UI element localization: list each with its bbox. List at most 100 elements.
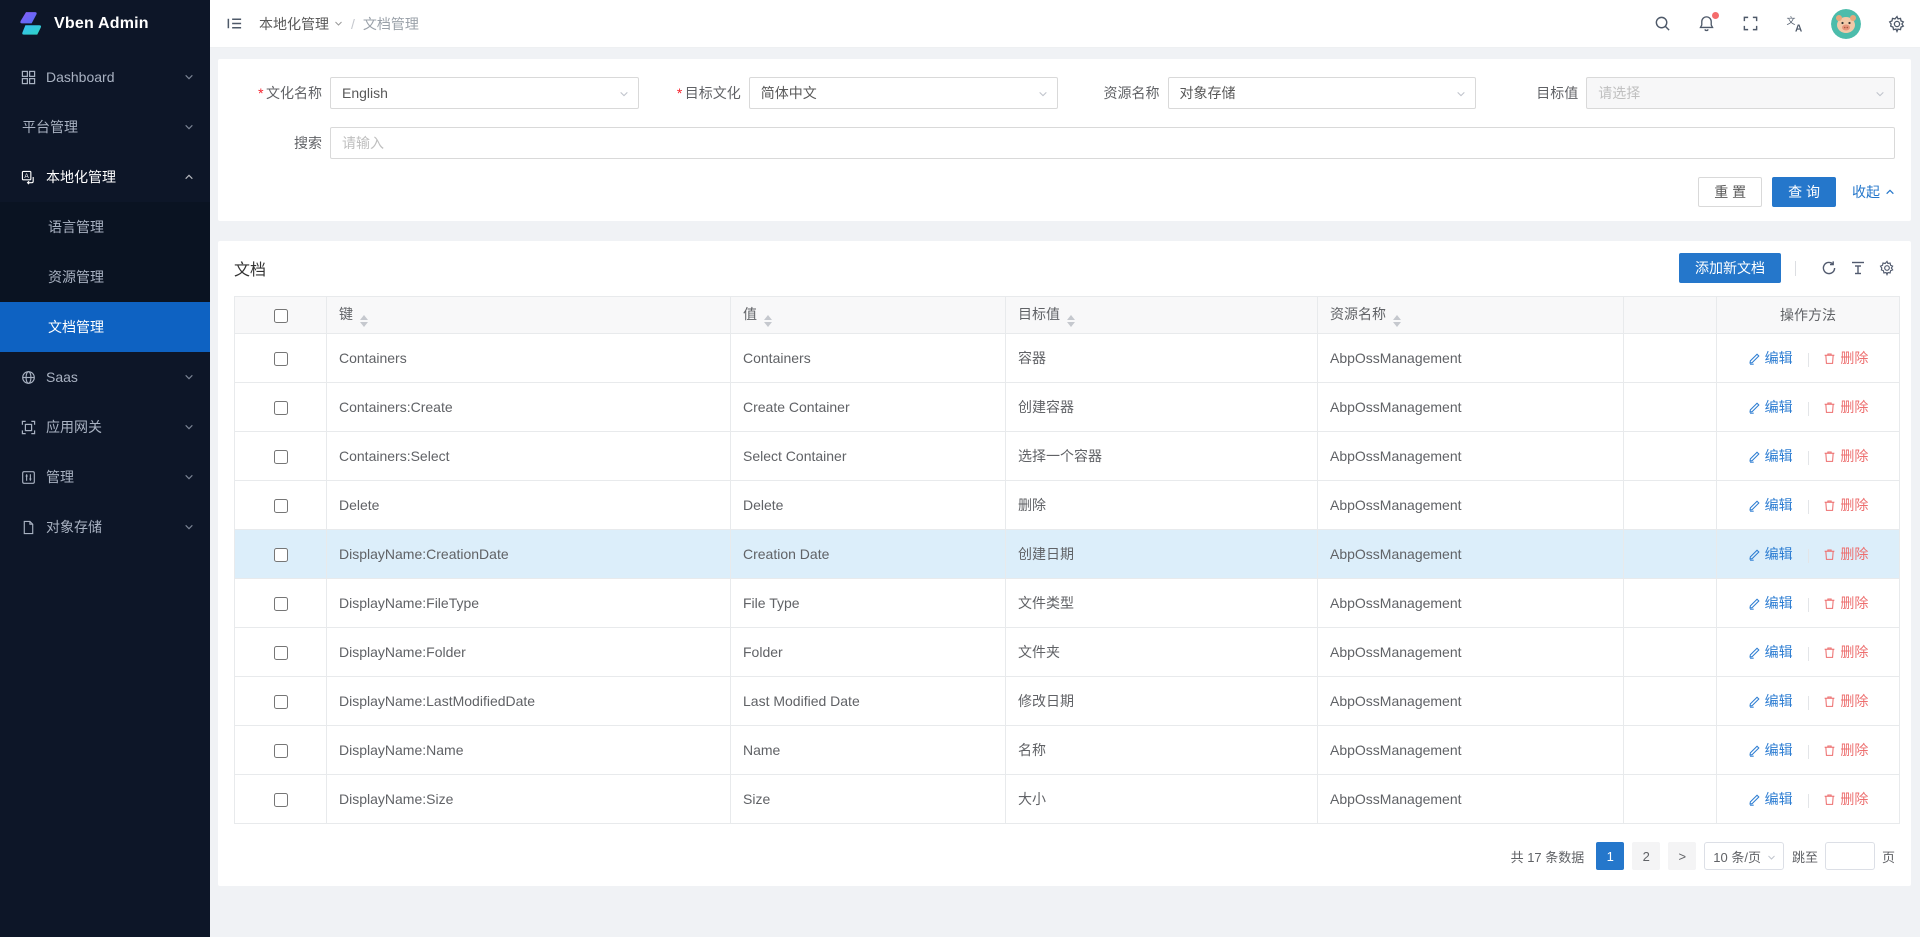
edit-button[interactable]: 编辑 xyxy=(1748,397,1793,417)
cell-value: File Type xyxy=(731,579,1006,628)
delete-button[interactable]: 删除 xyxy=(1823,642,1868,662)
cell-resource: AbpOssManagement xyxy=(1318,726,1624,775)
edit-button[interactable]: 编辑 xyxy=(1748,740,1793,760)
delete-button[interactable]: 删除 xyxy=(1823,446,1868,466)
row-checkbox[interactable] xyxy=(274,352,288,366)
chevron-down-icon xyxy=(184,422,194,432)
page-size-select[interactable]: 10 条/页 xyxy=(1704,842,1784,870)
collapse-filter-link[interactable]: 收起 xyxy=(1852,182,1895,202)
cell-empty xyxy=(1624,481,1717,530)
sidebar-item-resource-mgmt[interactable]: 资源管理 xyxy=(0,252,210,302)
row-checkbox[interactable] xyxy=(274,401,288,415)
select-all-checkbox[interactable] xyxy=(274,309,288,323)
sidebar-item-localization[interactable]: A 本地化管理 xyxy=(0,152,210,202)
table-row: DisplayName:Size Size 大小 AbpOssManagemen… xyxy=(235,775,1900,824)
cell-target: 文件夹 xyxy=(1006,628,1318,677)
resource-name-select[interactable]: 对象存储 xyxy=(1168,77,1477,109)
delete-button[interactable]: 删除 xyxy=(1823,348,1868,368)
sidebar-item-saas[interactable]: Saas xyxy=(0,352,210,402)
row-checkbox[interactable] xyxy=(274,695,288,709)
avatar[interactable] xyxy=(1831,9,1861,39)
row-height-icon[interactable] xyxy=(1850,260,1866,276)
table-settings-icon[interactable] xyxy=(1879,260,1895,276)
row-checkbox[interactable] xyxy=(274,499,288,513)
delete-button[interactable]: 删除 xyxy=(1823,495,1868,515)
cell-key: DisplayName:FileType xyxy=(327,579,731,628)
delete-button[interactable]: 删除 xyxy=(1823,691,1868,711)
table-row: DisplayName:Folder Folder 文件夹 AbpOssMana… xyxy=(235,628,1900,677)
delete-button[interactable]: 删除 xyxy=(1823,740,1868,760)
action-divider xyxy=(1808,402,1809,416)
cell-key: Delete xyxy=(327,481,731,530)
cell-target: 创建容器 xyxy=(1006,383,1318,432)
search-input[interactable] xyxy=(330,127,1895,159)
edit-button[interactable]: 编辑 xyxy=(1748,446,1793,466)
edit-button[interactable]: 编辑 xyxy=(1748,495,1793,515)
svg-text:A: A xyxy=(24,173,29,180)
row-checkbox[interactable] xyxy=(274,744,288,758)
notification-badge xyxy=(1712,12,1719,19)
column-header-resource[interactable]: 资源名称 xyxy=(1318,297,1624,334)
table-row: DisplayName:CreationDate Creation Date 创… xyxy=(235,530,1900,579)
row-checkbox[interactable] xyxy=(274,646,288,660)
row-checkbox[interactable] xyxy=(274,793,288,807)
sidebar-item-management[interactable]: 管理 xyxy=(0,452,210,502)
row-checkbox[interactable] xyxy=(274,597,288,611)
field-target-value: 目标值 请选择 xyxy=(1490,77,1895,109)
column-header-empty xyxy=(1624,297,1717,334)
edit-button[interactable]: 编辑 xyxy=(1748,642,1793,662)
notification-bell-icon[interactable] xyxy=(1698,15,1715,32)
sidebar-item-platform[interactable]: 平台管理 xyxy=(0,102,210,152)
edit-button[interactable]: 编辑 xyxy=(1748,544,1793,564)
edit-button[interactable]: 编辑 xyxy=(1748,789,1793,809)
row-checkbox[interactable] xyxy=(274,450,288,464)
delete-button[interactable]: 删除 xyxy=(1823,593,1868,613)
pencil-icon xyxy=(1748,401,1761,414)
sidebar-collapse-icon[interactable] xyxy=(226,15,243,32)
delete-button[interactable]: 删除 xyxy=(1823,544,1868,564)
next-page-button[interactable]: > xyxy=(1668,842,1696,870)
fullscreen-icon[interactable] xyxy=(1742,15,1759,32)
cell-empty xyxy=(1624,530,1717,579)
sidebar-item-gateway[interactable]: 应用网关 xyxy=(0,402,210,452)
pencil-icon xyxy=(1748,744,1761,757)
column-header-key[interactable]: 键 xyxy=(327,297,731,334)
column-header-target[interactable]: 目标值 xyxy=(1006,297,1318,334)
reset-button[interactable]: 重 置 xyxy=(1698,177,1762,207)
sidebar-item-document-mgmt[interactable]: 文档管理 xyxy=(0,302,210,352)
app-title: Vben Admin xyxy=(54,15,149,33)
pagination-total: 共 17 条数据 xyxy=(1511,847,1585,866)
sidebar-menu: Dashboard 平台管理 A 本地化管理 xyxy=(0,52,210,552)
query-button[interactable]: 查 询 xyxy=(1772,177,1836,207)
delete-button[interactable]: 删除 xyxy=(1823,789,1868,809)
cell-value: Containers xyxy=(731,334,1006,383)
edit-button[interactable]: 编辑 xyxy=(1748,593,1793,613)
jump-page-input[interactable] xyxy=(1825,842,1875,870)
sidebar-item-language-mgmt[interactable]: 语言管理 xyxy=(0,202,210,252)
page-button-1[interactable]: 1 xyxy=(1596,842,1624,870)
delete-button[interactable]: 删除 xyxy=(1823,397,1868,417)
edit-button[interactable]: 编辑 xyxy=(1748,691,1793,711)
sidebar-item-dashboard[interactable]: Dashboard xyxy=(0,52,210,102)
breadcrumb-parent[interactable]: 本地化管理 xyxy=(259,14,343,34)
cell-empty xyxy=(1624,383,1717,432)
edit-button[interactable]: 编辑 xyxy=(1748,348,1793,368)
field-target-culture: *目标文化 简体中文 xyxy=(653,77,1058,109)
column-header-value[interactable]: 值 xyxy=(731,297,1006,334)
translate-icon[interactable]: 文 A xyxy=(1786,15,1804,33)
table-row: Containers Containers 容器 AbpOssManagemen… xyxy=(235,334,1900,383)
search-icon[interactable] xyxy=(1654,15,1671,32)
settings-icon[interactable] xyxy=(1888,15,1906,33)
refresh-icon[interactable] xyxy=(1821,260,1837,276)
target-culture-select[interactable]: 简体中文 xyxy=(749,77,1058,109)
target-value-select[interactable]: 请选择 xyxy=(1586,77,1895,109)
add-document-button[interactable]: 添加新文档 xyxy=(1679,253,1781,283)
row-checkbox[interactable] xyxy=(274,548,288,562)
culture-name-select[interactable]: English xyxy=(330,77,639,109)
page-button-2[interactable]: 2 xyxy=(1632,842,1660,870)
sidebar-item-object-storage[interactable]: 对象存储 xyxy=(0,502,210,552)
app-logo[interactable]: Vben Admin xyxy=(0,0,210,48)
field-resource-name: 资源名称 对象存储 xyxy=(1072,77,1477,109)
main-content: *文化名称 English *目标文化 简体中文 资源名称 xyxy=(210,48,1920,937)
action-divider xyxy=(1808,696,1809,710)
